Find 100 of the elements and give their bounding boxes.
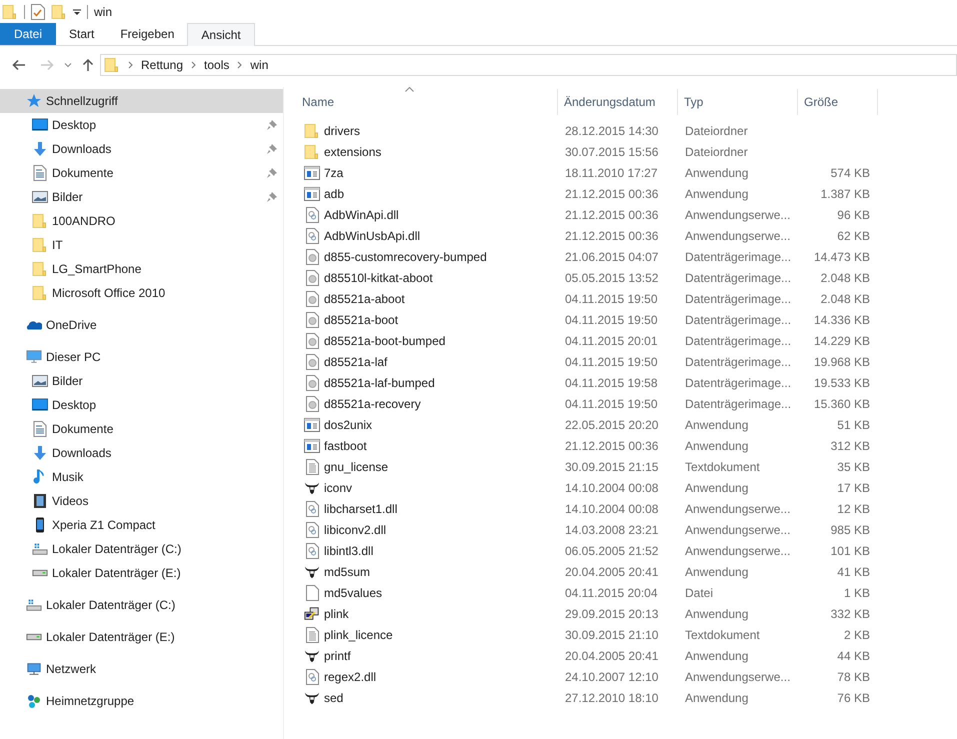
file-name[interactable]: iconv [324, 478, 352, 496]
picture-icon [32, 374, 48, 388]
file-name[interactable]: AdbWinApi.dll [324, 206, 399, 224]
file-name[interactable]: d85521a-laf-bumped [324, 374, 435, 392]
nav-item[interactable]: Bilder [0, 185, 283, 209]
pin-icon[interactable] [267, 168, 277, 178]
file-name[interactable]: adb [324, 184, 344, 202]
file-type: Anwendung [685, 438, 748, 452]
disc-image-file-icon [306, 354, 318, 370]
pin-icon[interactable] [267, 192, 277, 202]
file-size: 2.048 KB [820, 270, 870, 284]
ribbon-tab[interactable]: Start [56, 23, 108, 45]
ribbon-tab[interactable]: Ansicht [187, 23, 255, 46]
file-type: Datenträgerimage... [685, 354, 792, 368]
application-icon [304, 418, 320, 432]
chevron-down-icon[interactable] [64, 62, 72, 68]
disc-image-file-icon [306, 290, 318, 306]
nav-item[interactable]: Dokumente [0, 417, 283, 441]
column-header[interactable]: Typ [678, 89, 798, 115]
file-name[interactable]: sed [324, 688, 344, 706]
nav-item[interactable]: Downloads [0, 137, 283, 161]
nav-item[interactable]: Lokaler Datenträger (E:) [0, 625, 283, 649]
modified-date: 04.11.2015 19:58 [565, 376, 658, 390]
disc-image-file-icon [306, 270, 318, 286]
file-name[interactable]: libcharset1.dll [324, 500, 398, 518]
file-name[interactable]: drivers [324, 122, 360, 140]
file-name[interactable]: d85521a-boot [324, 310, 398, 328]
nav-item[interactable]: Videos [0, 489, 283, 513]
file-type: Datenträgerimage... [685, 376, 792, 390]
file-name[interactable]: d85521a-aboot [324, 290, 405, 308]
file-name[interactable]: md5values [324, 584, 382, 602]
pin-icon[interactable] [267, 144, 277, 154]
file-name[interactable]: libintl3.dll [324, 542, 374, 560]
folder-icon [32, 237, 48, 253]
nav-item[interactable]: OneDrive [0, 313, 283, 337]
modified-date: 04.11.2015 19:50 [565, 354, 658, 368]
file-type: Anwendungserwe... [685, 502, 790, 516]
file-icon [306, 584, 318, 600]
nav-item[interactable]: Desktop [0, 113, 283, 137]
file-name[interactable]: plink [324, 604, 349, 622]
file-name[interactable]: dos2unix [324, 416, 372, 434]
nav-item[interactable]: Desktop [0, 393, 283, 417]
column-header[interactable]: Änderungsdatum [558, 89, 678, 115]
chevron-right-icon[interactable] [191, 61, 196, 69]
nav-item[interactable]: LG_SmartPhone [0, 257, 283, 281]
nav-item[interactable]: Bilder [0, 369, 283, 393]
nav-item[interactable]: Lokaler Datenträger (E:) [0, 561, 283, 585]
nav-item[interactable]: IT [0, 233, 283, 257]
file-name[interactable]: AdbWinUsbApi.dll [324, 226, 420, 244]
nav-item[interactable]: Xperia Z1 Compact [0, 513, 283, 537]
nav-item[interactable]: Lokaler Datenträger (C:) [0, 537, 283, 561]
dropdown-icon[interactable] [73, 8, 81, 16]
file-name[interactable]: d855-customrecovery-bumped [324, 248, 487, 266]
modified-date: 30.09.2015 21:15 [565, 460, 658, 474]
file-name[interactable]: extensions [324, 142, 382, 160]
file-name[interactable]: md5sum [324, 562, 370, 580]
file-name[interactable]: d85521a-boot-bumped [324, 332, 446, 350]
file-size: 35 KB [837, 460, 870, 474]
nav-item[interactable]: Schnellzugriff [0, 89, 283, 113]
chevron-right-icon[interactable] [237, 61, 242, 69]
file-size: 312 KB [830, 438, 870, 452]
file-name[interactable]: plink_licence [324, 626, 393, 644]
file-name[interactable]: gnu_license [324, 458, 388, 476]
application-icon [304, 438, 320, 452]
file-name[interactable]: d85521a-laf [324, 352, 388, 370]
file-name[interactable]: d85510l-kitkat-aboot [324, 268, 433, 286]
folder-icon[interactable] [2, 4, 18, 20]
nav-item[interactable]: Netzwerk [0, 657, 283, 681]
nav-item[interactable]: Dieser PC [0, 345, 283, 369]
column-header[interactable]: Name [296, 89, 558, 115]
up-arrow-icon[interactable] [82, 58, 94, 72]
file-tab[interactable]: Datei [0, 23, 56, 45]
file-size: 332 KB [830, 606, 870, 620]
pin-icon[interactable] [267, 120, 277, 130]
back-arrow-icon[interactable] [12, 59, 26, 71]
ribbon-tab[interactable]: Freigeben [107, 23, 188, 45]
breadcrumb[interactable]: win [250, 56, 268, 74]
breadcrumb[interactable]: tools [204, 56, 230, 74]
nav-item[interactable]: Downloads [0, 441, 283, 465]
nav-item[interactable]: Musik [0, 465, 283, 489]
nav-item[interactable]: Lokaler Datenträger (C:) [0, 593, 283, 617]
nav-item[interactable]: Microsoft Office 2010 [0, 281, 283, 305]
chevron-right-icon[interactable] [128, 61, 133, 69]
new-folder-icon[interactable] [51, 4, 67, 20]
disc-image-file-icon [306, 332, 318, 348]
address-bar[interactable]: Rettung tools win [100, 54, 957, 76]
file-name[interactable]: 7za [324, 164, 344, 182]
file-name[interactable]: printf [324, 646, 351, 664]
breadcrumb[interactable]: Rettung [141, 56, 184, 74]
nav-item[interactable]: Heimnetzgruppe [0, 689, 283, 713]
file-name[interactable]: libiconv2.dll [324, 520, 386, 538]
column-header[interactable]: Größe [798, 89, 878, 115]
file-name[interactable]: fastboot [324, 436, 367, 454]
document-icon [33, 421, 47, 437]
nav-item[interactable]: 100ANDRO [0, 209, 283, 233]
file-name[interactable]: d85521a-recovery [324, 394, 421, 412]
nav-item[interactable]: Dokumente [0, 161, 283, 185]
properties-icon[interactable] [31, 4, 45, 20]
file-name[interactable]: regex2.dll [324, 668, 376, 686]
modified-date: 04.11.2015 19:50 [565, 292, 658, 306]
